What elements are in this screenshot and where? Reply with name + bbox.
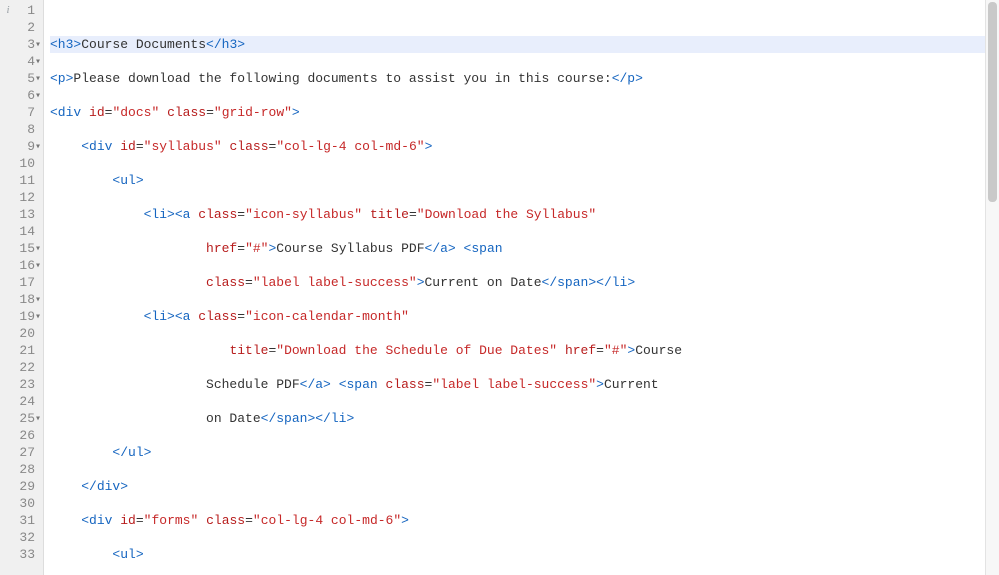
code-area[interactable]: <h3>Course Documents</h3> <p>Please down… [44, 0, 985, 575]
line-number[interactable]: 28 [4, 461, 35, 478]
line-number[interactable]: 4▾ [4, 53, 35, 70]
line-number[interactable]: 14 [4, 223, 35, 240]
tag-open: <h3> [50, 37, 81, 52]
line-number[interactable]: 24 [4, 393, 35, 410]
line-number[interactable]: 30 [4, 495, 35, 512]
line-number[interactable]: 15▾ [4, 240, 35, 257]
code-line[interactable]: href="#">Course Syllabus PDF</a> <span [50, 240, 985, 257]
fold-toggle-icon[interactable]: ▾ [31, 309, 41, 326]
line-number[interactable]: 2 [4, 19, 35, 36]
line-number[interactable]: 9▾ [4, 138, 35, 155]
line-number[interactable]: 29 [4, 478, 35, 495]
line-number[interactable]: 27 [4, 444, 35, 461]
fold-toggle-icon[interactable]: ▾ [31, 411, 41, 428]
line-number[interactable]: 22 [4, 359, 35, 376]
code-line[interactable]: <li><a class="icon-syllabus" title="Down… [50, 206, 985, 223]
fold-toggle-icon[interactable]: ▾ [31, 139, 41, 156]
fold-toggle-icon[interactable]: ▾ [31, 88, 41, 105]
line-number[interactable]: 1i [4, 2, 35, 19]
line-number[interactable]: 32 [4, 529, 35, 546]
line-number[interactable]: 33 [4, 546, 35, 563]
code-line[interactable]: <div id="docs" class="grid-row"> [50, 104, 985, 121]
line-number[interactable]: 31 [4, 512, 35, 529]
line-number[interactable]: 13 [4, 206, 35, 223]
code-line[interactable]: on Date</span></li> [50, 410, 985, 427]
fold-toggle-icon[interactable]: ▾ [31, 37, 41, 54]
line-number[interactable]: 18▾ [4, 291, 35, 308]
code-line[interactable]: <li><a class="icon-calendar-month" [50, 308, 985, 325]
line-number[interactable]: 16▾ [4, 257, 35, 274]
tag-close: </h3> [206, 37, 245, 52]
code-line[interactable]: <h3>Course Documents</h3> [50, 36, 985, 53]
code-line[interactable]: </ul> [50, 444, 985, 461]
line-number[interactable]: 26 [4, 427, 35, 444]
line-number[interactable]: 23 [4, 376, 35, 393]
code-line[interactable]: Schedule PDF</a> <span class="label labe… [50, 376, 985, 393]
line-number[interactable]: 20 [4, 325, 35, 342]
code-line[interactable]: <ul> [50, 546, 985, 563]
text: Course Documents [81, 37, 206, 52]
code-line[interactable]: <div id="forms" class="col-lg-4 col-md-6… [50, 512, 985, 529]
line-number[interactable]: 21 [4, 342, 35, 359]
fold-toggle-icon[interactable]: ▾ [31, 292, 41, 309]
line-number[interactable]: 6▾ [4, 87, 35, 104]
code-line[interactable]: <ul> [50, 172, 985, 189]
line-number-gutter: 1i23▾4▾5▾6▾789▾101112131415▾16▾1718▾19▾2… [0, 0, 44, 575]
line-number[interactable]: 12 [4, 189, 35, 206]
code-line[interactable]: </div> [50, 478, 985, 495]
line-number[interactable]: 17 [4, 274, 35, 291]
fold-toggle-icon[interactable]: ▾ [31, 258, 41, 275]
line-number[interactable]: 10 [4, 155, 35, 172]
code-line[interactable]: <p>Please download the following documen… [50, 70, 985, 87]
fold-toggle-icon[interactable]: ▾ [31, 241, 41, 258]
line-number[interactable]: 19▾ [4, 308, 35, 325]
vertical-scrollbar[interactable] [985, 0, 999, 575]
code-line[interactable]: title="Download the Schedule of Due Date… [50, 342, 985, 359]
line-number[interactable]: 8 [4, 121, 35, 138]
line-number[interactable]: 5▾ [4, 70, 35, 87]
info-icon[interactable]: i [2, 4, 14, 16]
line-number[interactable]: 11 [4, 172, 35, 189]
fold-toggle-icon[interactable]: ▾ [31, 54, 41, 71]
line-number[interactable]: 25▾ [4, 410, 35, 427]
scrollbar-thumb[interactable] [988, 2, 997, 202]
fold-toggle-icon[interactable]: ▾ [31, 71, 41, 88]
code-line[interactable]: <div id="syllabus" class="col-lg-4 col-m… [50, 138, 985, 155]
code-editor: 1i23▾4▾5▾6▾789▾101112131415▾16▾1718▾19▾2… [0, 0, 999, 575]
code-line[interactable]: class="label label-success">Current on D… [50, 274, 985, 291]
line-number[interactable]: 3▾ [4, 36, 35, 53]
line-number[interactable]: 7 [4, 104, 35, 121]
